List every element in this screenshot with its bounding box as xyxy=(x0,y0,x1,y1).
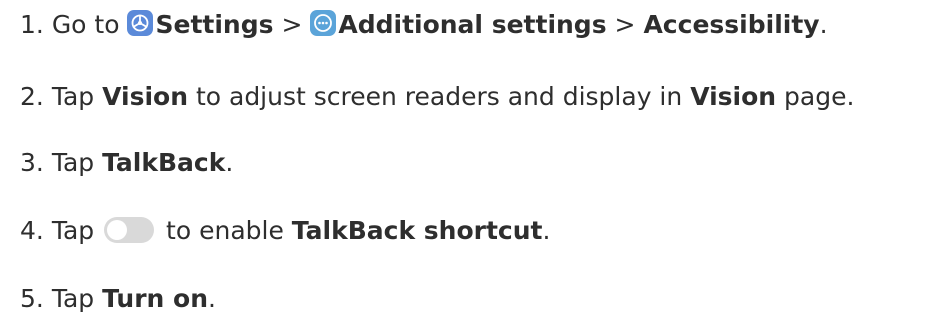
turn-on-label: Turn on xyxy=(102,284,209,313)
accessibility-label: Accessibility xyxy=(643,10,820,39)
additional-settings-app-icon xyxy=(310,10,337,36)
vision-label: Vision xyxy=(102,82,188,111)
step-text: page. xyxy=(784,82,855,111)
toggle-off-icon xyxy=(104,217,155,243)
settings-app-icon xyxy=(127,10,154,36)
step-number: 1. xyxy=(20,10,44,39)
period: . xyxy=(542,216,551,245)
step-2: 2. Tap Vision to adjust screen readers a… xyxy=(20,77,854,117)
step-text: Tap xyxy=(51,284,95,313)
step-number: 5. xyxy=(20,284,44,313)
toggle-knob xyxy=(107,220,128,240)
vision-page-label: Vision xyxy=(690,82,777,111)
step-number: 2. xyxy=(20,82,44,111)
talkback-shortcut-label: TalkBack shortcut xyxy=(291,216,543,245)
step-number: 4. xyxy=(20,216,44,245)
path-separator: > xyxy=(614,10,636,39)
step-number: 3. xyxy=(20,148,44,177)
period: . xyxy=(225,148,234,177)
instruction-steps: 1. Go to Settings > Additional settings … xyxy=(0,0,929,317)
step-text: to adjust screen readers and display in xyxy=(195,82,683,111)
additional-settings-label: Additional settings xyxy=(338,10,607,39)
path-separator: > xyxy=(281,10,303,39)
step-3: 3. Tap TalkBack. xyxy=(20,143,233,183)
talkback-label: TalkBack xyxy=(102,148,226,177)
step-text: Tap xyxy=(51,148,95,177)
step-text: to enable xyxy=(166,216,284,245)
step-text: Tap xyxy=(51,216,95,245)
period: . xyxy=(208,284,216,313)
step-5: 5. Tap Turn on. xyxy=(20,279,216,319)
settings-label: Settings xyxy=(155,10,274,39)
period: . xyxy=(819,10,828,39)
step-1: 1. Go to Settings > Additional settings … xyxy=(20,5,828,45)
step-4: 4. Tap to enable TalkBack shortcut. xyxy=(20,211,550,251)
step-text: Tap xyxy=(51,82,95,111)
step-text: Go to xyxy=(51,10,120,39)
